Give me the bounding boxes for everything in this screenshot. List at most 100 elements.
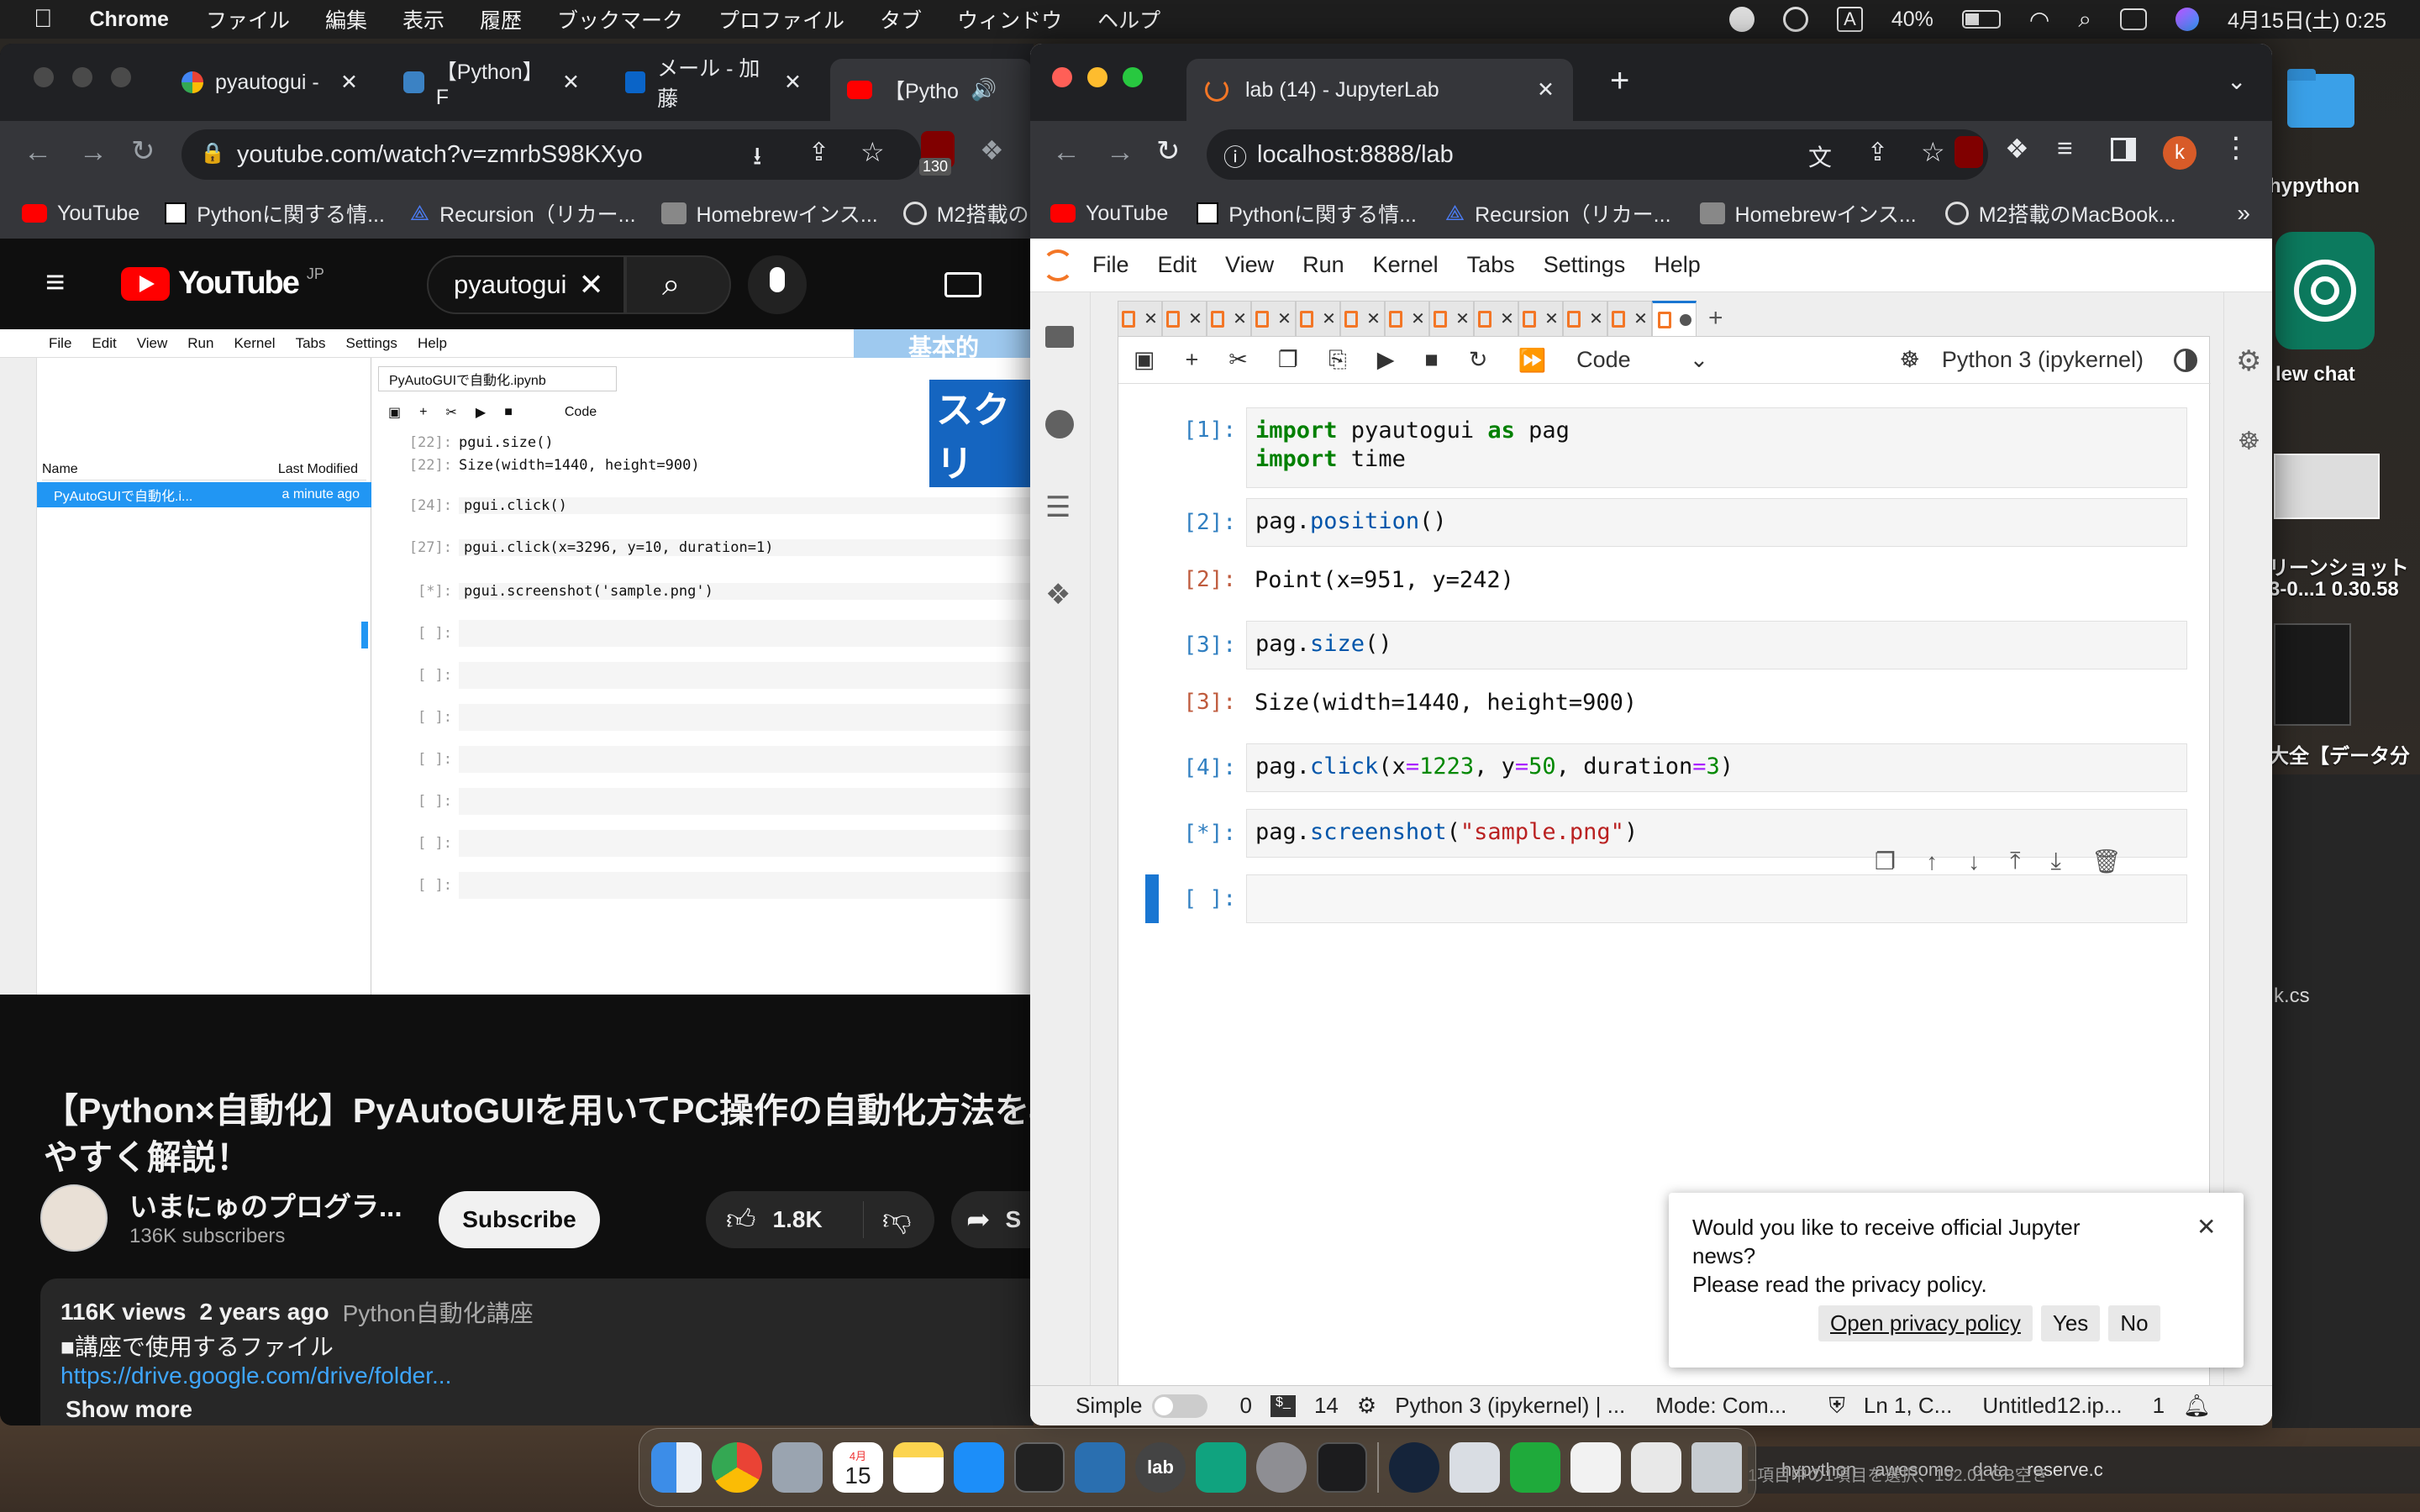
app-menu-name[interactable]: Chrome (90, 8, 169, 32)
lock-icon[interactable]: 🔒 (200, 141, 225, 165)
tab-close-icon[interactable]: ✕ (1537, 77, 1555, 102)
doc-tab[interactable]: ✕ (1563, 301, 1607, 336)
menu-help[interactable]: ヘルプ (1097, 4, 1160, 34)
doc-tab[interactable]: ✕ (1607, 301, 1652, 336)
doc-tab[interactable]: ✕ (1340, 301, 1385, 336)
install-icon[interactable]: ⭳ (753, 138, 762, 181)
jl-menu-view[interactable]: View (1225, 252, 1274, 278)
sync-status-icon[interactable] (1729, 7, 1755, 32)
toast-close-icon[interactable]: ✕ (2196, 1213, 2216, 1241)
create-video-icon[interactable] (944, 272, 981, 297)
tab-audio-icon[interactable]: 🔊 (971, 78, 997, 102)
tab-close-icon[interactable]: ✕ (340, 70, 358, 95)
system-settings-dock-icon[interactable] (1256, 1442, 1307, 1493)
dislike-button[interactable]: 👎︎ (864, 1203, 912, 1237)
launchpad-dock-icon[interactable] (772, 1442, 823, 1493)
show-more-button[interactable]: Show more (66, 1396, 192, 1423)
cell-editor[interactable]: import pyautogui as pag import time (1246, 407, 2187, 488)
youtube-search-box[interactable]: pyautogui ✕ (427, 255, 625, 314)
video-hashtag[interactable]: Python自動化講座 (343, 1295, 534, 1329)
finder-dock-icon[interactable] (651, 1442, 702, 1493)
clear-search-icon[interactable]: ✕ (578, 267, 603, 302)
status-cursor-position[interactable]: Ln 1, C... (1864, 1393, 1953, 1419)
kindle-dock-icon[interactable] (1075, 1442, 1125, 1493)
bookmark-recursion[interactable]: ⟁ Recursion（リカー... (1445, 198, 1671, 228)
speedtest-dock-icon[interactable] (1389, 1442, 1439, 1493)
share-icon[interactable]: ⇪ (808, 138, 829, 167)
chrome-menu-icon[interactable]: ⋮ (2222, 131, 2250, 165)
wifi-icon[interactable]: ◠ (2029, 6, 2049, 34)
kernel-name[interactable]: Python 3 (ipykernel) (1942, 347, 2144, 373)
copy-icon[interactable]: ❐ (1278, 347, 1298, 373)
tab-close-icon[interactable]: ✕ (1544, 308, 1559, 329)
bookmark-youtube[interactable]: YouTube (1050, 202, 1168, 226)
code-cell-3[interactable]: [3]: pag.size() [3]: Size(width=1440, he… (1118, 621, 2211, 722)
screenshot-thumbnail[interactable] (2274, 454, 2380, 519)
menu-window[interactable]: ウィンドウ (957, 4, 1062, 34)
desktop-folder-icon[interactable] (2279, 66, 2360, 158)
move-down-icon[interactable]: ↓ (1968, 848, 1980, 875)
settings-gear-icon[interactable]: ⚙ (1357, 1393, 1376, 1419)
interrupt-icon[interactable]: ■ (1425, 347, 1439, 373)
jl-menu-kernel[interactable]: Kernel (1373, 252, 1439, 278)
tab-youtube-active[interactable]: 【Pytho 🔊 (830, 59, 1032, 121)
doc-tab[interactable]: ✕ (1518, 301, 1563, 336)
tab-close-icon[interactable]: ✕ (784, 70, 802, 95)
tab-close-icon[interactable]: ✕ (1233, 308, 1247, 329)
bookmark-homebrew[interactable]: Homebrewインス... (660, 198, 878, 228)
input-source-indicator[interactable]: A (1837, 7, 1863, 32)
doc-tab[interactable]: ✕ (1296, 301, 1340, 336)
video-description-box[interactable]: 116K views 2 years ago Python自動化講座 ■講座で使… (40, 1278, 1034, 1425)
cell-type-select[interactable]: Code ⌄ (1576, 347, 1708, 373)
trust-shield-icon[interactable]: ⛨ (1828, 1393, 1845, 1420)
doc-tab-active[interactable] (1652, 301, 1697, 336)
subscribe-button[interactable]: Subscribe (439, 1191, 600, 1248)
menu-history[interactable]: 履歴 (480, 4, 522, 34)
back-icon[interactable]: ← (24, 136, 52, 169)
new-tab-button[interactable]: + (1610, 62, 1629, 100)
battery-icon[interactable] (1961, 10, 2001, 29)
restart-icon[interactable]: ↻ (1469, 347, 1488, 373)
doc-tab[interactable]: ✕ (1251, 301, 1296, 336)
insert-above-icon[interactable]: ⤒ (2010, 848, 2020, 875)
siri-icon[interactable] (2175, 8, 2200, 31)
tab-close-icon[interactable]: ✕ (562, 70, 580, 95)
bookmarks-overflow-icon[interactable]: » (2237, 200, 2250, 227)
chatgpt-dock-icon[interactable] (1196, 1442, 1246, 1493)
extension-manager-icon[interactable]: ❖ (1045, 578, 1071, 612)
ublock-extension-icon[interactable] (1954, 136, 1983, 168)
calendar-dock-icon[interactable]: 4月 15 (833, 1442, 883, 1493)
share-button[interactable]: ➦ S (951, 1191, 1034, 1248)
jl-menu-run[interactable]: Run (1302, 252, 1344, 278)
jl-maximize-button[interactable] (1123, 67, 1143, 87)
apple-menu-icon[interactable]:  (34, 5, 53, 34)
tab-jupyterlab-active[interactable]: lab (14) - JupyterLab ✕ (1186, 59, 1573, 121)
channel-name[interactable]: いまにゅのプログラ... (129, 1184, 402, 1225)
code-cell-active[interactable]: [ ]: (1118, 874, 2211, 925)
profile-avatar[interactable]: k (2163, 136, 2196, 170)
tab-close-icon[interactable]: ✕ (1500, 308, 1514, 329)
terminal-dock-icon[interactable] (1014, 1442, 1065, 1493)
doc-tab[interactable]: ✕ (1429, 301, 1474, 336)
youtube-search-button[interactable]: ⌕ (625, 255, 731, 314)
media-control-icon[interactable]: ≡ (2057, 133, 2073, 164)
back-icon[interactable]: ← (1052, 136, 1081, 169)
code-cell-2[interactable]: [2]: pag.position() [2]: Point(x=951, y=… (1118, 498, 2211, 599)
debugger-toggle-icon[interactable]: ☸ (1900, 347, 1920, 373)
paste-icon[interactable]: ⎘ (1328, 347, 1347, 374)
trash-dock-icon[interactable] (1691, 1442, 1742, 1493)
status-kernel[interactable]: Python 3 (ipykernel) | ... (1395, 1393, 1625, 1419)
run-icon[interactable]: ▶ (1377, 347, 1395, 373)
running-kernels-icon[interactable] (1045, 410, 1074, 438)
toast-no-button[interactable]: No (2108, 1305, 2160, 1341)
video-player[interactable]: File Edit View Run Kernel Tabs Settings … (0, 329, 1034, 995)
appstore-dock-icon[interactable] (954, 1442, 1004, 1493)
menu-profile[interactable]: プロファイル (718, 4, 844, 34)
yt-minimize-button[interactable] (72, 67, 92, 87)
voice-search-button[interactable] (748, 255, 807, 314)
jl-menu-edit[interactable]: Edit (1158, 252, 1197, 278)
doc-tab[interactable]: ✕ (1385, 301, 1429, 336)
share-icon[interactable]: ⇪ (1867, 138, 1888, 167)
insert-below-icon[interactable]: ⤓ (2051, 848, 2061, 875)
simple-mode-toggle[interactable] (1152, 1394, 1208, 1418)
